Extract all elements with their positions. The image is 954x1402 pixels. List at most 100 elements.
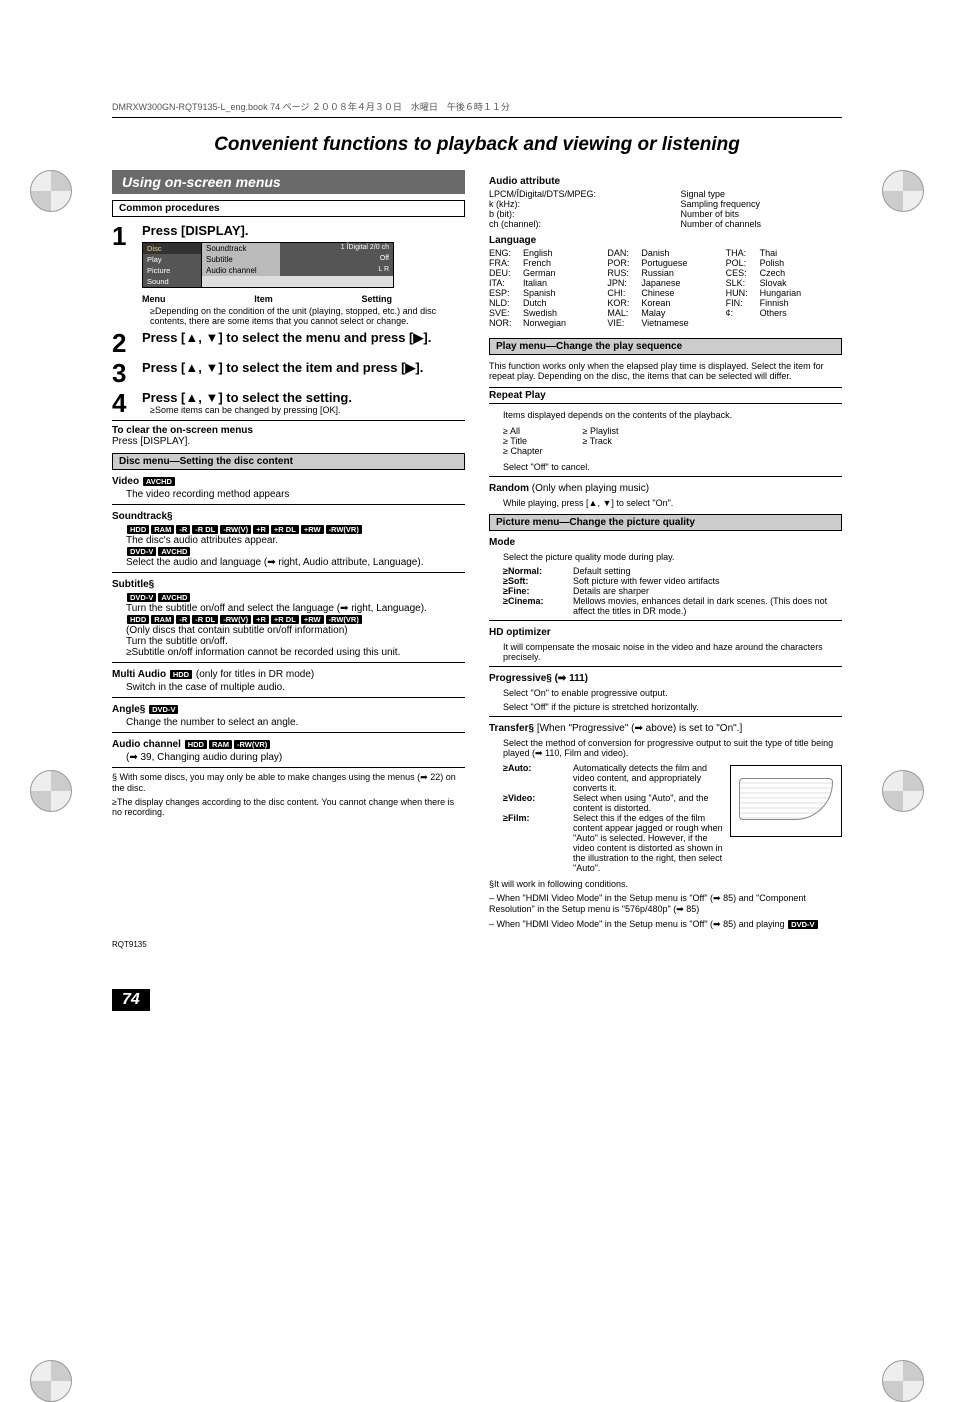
transfer-val: Select when using "Auto", and the conten…: [573, 793, 724, 813]
lang-cell: [726, 318, 758, 328]
audioch-text: (➡ 39, Changing audio during play): [126, 752, 465, 763]
random-heading: Random: [489, 483, 529, 494]
lang-cell: RUS:: [607, 268, 639, 278]
multiaudio-text: Switch in the case of multiple audio.: [126, 682, 465, 693]
lang-cell: English: [523, 248, 605, 258]
osd-item-subtitle: Subtitle: [202, 254, 280, 265]
hdopt-heading: HD optimizer: [489, 627, 842, 638]
right-foot1: – When "HDMI Video Mode" in the Setup me…: [489, 893, 842, 915]
osd-menu-disc: Disc: [143, 243, 202, 254]
attr-key: b (bit):: [489, 209, 651, 219]
lang-cell: POR:: [607, 258, 639, 268]
mode-key: ≥Soft:: [503, 576, 573, 586]
film-illustration: [730, 765, 842, 837]
transfer-intro: Select the method of conversion for prog…: [503, 738, 842, 759]
soundtrack-line1: The disc's audio attributes appear.: [126, 535, 278, 546]
subtitle-heading: Subtitle§: [112, 579, 154, 590]
lang-cell: Italian: [523, 278, 605, 288]
label-item: Item: [254, 294, 273, 304]
multiaudio-heading: Multi Audio: [112, 669, 166, 680]
lang-cell: Spanish: [523, 288, 605, 298]
lang-cell: Norwegian: [523, 318, 605, 328]
lang-cell: Portuguese: [641, 258, 723, 268]
step-num-1: 1: [112, 223, 132, 326]
lang-cell: Danish: [641, 248, 723, 258]
lang-cell: ESP:: [489, 288, 521, 298]
step4-instr: Press [▲, ▼] to select the setting.: [142, 390, 465, 405]
lang-cell: Malay: [641, 308, 723, 318]
progressive-heading: Progressive§ (➡ 111): [489, 673, 842, 684]
lang-cell: THA:: [726, 248, 758, 258]
lang-cell: [760, 318, 842, 328]
language-heading: Language: [489, 235, 842, 246]
lang-cell: German: [523, 268, 605, 278]
label-setting: Setting: [361, 294, 392, 304]
attr-val: Number of channels: [681, 219, 843, 229]
lang-cell: JPN:: [607, 278, 639, 288]
lang-cell: POL:: [726, 258, 758, 268]
transfer-cond: [When "Progressive" (➡ above) is set to …: [537, 723, 742, 734]
repeat-item: Title: [503, 436, 542, 446]
badge: HDD: [127, 525, 149, 534]
step-num-4: 4: [112, 390, 132, 416]
mode-key: ≥Fine:: [503, 586, 573, 596]
clear-text: Press [DISPLAY].: [112, 436, 465, 447]
attr-key: k (kHz):: [489, 199, 651, 209]
subtitle-line3: Turn the subtitle on/off.: [126, 636, 228, 647]
badge: +RW: [301, 615, 324, 624]
crop-mark: [30, 170, 72, 212]
angle-heading: Angle§: [112, 704, 145, 715]
crop-mark: [30, 1360, 72, 1402]
step4-note: ≥Some items can be changed by pressing […: [150, 405, 465, 415]
badge: +R DL: [271, 525, 299, 534]
lang-cell: Japanese: [641, 278, 723, 288]
lang-cell: Hungarian: [760, 288, 842, 298]
lang-cell: FRA:: [489, 258, 521, 268]
step-num-2: 2: [112, 330, 132, 356]
right-foot-heading: §It will work in following conditions.: [489, 879, 842, 889]
subtitle-line1: Turn the subtitle on/off and select the …: [126, 603, 427, 614]
step1-instr: Press [DISPLAY].: [142, 223, 465, 238]
play-intro: This function works only when the elapse…: [489, 361, 842, 381]
label-menu: Menu: [142, 294, 166, 304]
lang-cell: Swedish: [523, 308, 605, 318]
step-num-3: 3: [112, 360, 132, 386]
osd-val-soundtrack: 1 ÎDigital 2/0 ch: [280, 243, 393, 254]
badge: -R: [176, 615, 190, 624]
disc-menu-bar: Disc menu—Setting the disc content: [112, 453, 465, 470]
badge: AVCHD: [158, 593, 190, 602]
lang-cell: Czech: [760, 268, 842, 278]
mode-heading: Mode: [489, 537, 842, 548]
transfer-key: ≥Auto:: [503, 763, 573, 793]
video-heading: Video: [112, 476, 139, 487]
lang-cell: HUN:: [726, 288, 758, 298]
crop-mark: [882, 170, 924, 212]
lang-cell: DEU:: [489, 268, 521, 278]
badge: +RW: [301, 525, 324, 534]
mode-text: Select the picture quality mode during p…: [503, 552, 842, 562]
badge: -RW(VR): [326, 525, 362, 534]
lang-cell: Vietnamese: [641, 318, 723, 328]
multiaudio-paren: (only for titles in DR mode): [196, 669, 314, 680]
lang-cell: ¢:: [726, 308, 758, 318]
attr-val: Signal type: [681, 189, 843, 199]
subtitle-line4: ≥Subtitle on/off information cannot be r…: [126, 647, 400, 658]
crop-mark: [30, 770, 72, 812]
osd-mock: Disc Soundtrack 1 ÎDigital 2/0 ch Play S…: [142, 242, 394, 288]
transfer-val: Select this if the edges of the film con…: [573, 813, 724, 873]
rqt-code: RQT9135: [112, 940, 842, 949]
transfer-val: Automatically detects the film and video…: [573, 763, 724, 793]
progressive-text2: Select "Off" if the picture is stretched…: [503, 702, 842, 712]
mode-val: Mellows movies, enhances detail in dark …: [573, 596, 842, 616]
progressive-text1: Select "On" to enable progressive output…: [503, 688, 842, 698]
lang-cell: KOR:: [607, 298, 639, 308]
step1-note: ≥Depending on the condition of the unit …: [150, 306, 465, 326]
badge: -RW(V): [220, 525, 251, 534]
badge: -RW(VR): [326, 615, 362, 624]
badge: +R: [253, 615, 269, 624]
mode-key: ≥Cinema:: [503, 596, 573, 616]
lang-cell: ENG:: [489, 248, 521, 258]
repeat-off: Select "Off" to cancel.: [503, 462, 842, 472]
page-number: 74: [112, 989, 150, 1011]
lang-cell: Slovak: [760, 278, 842, 288]
